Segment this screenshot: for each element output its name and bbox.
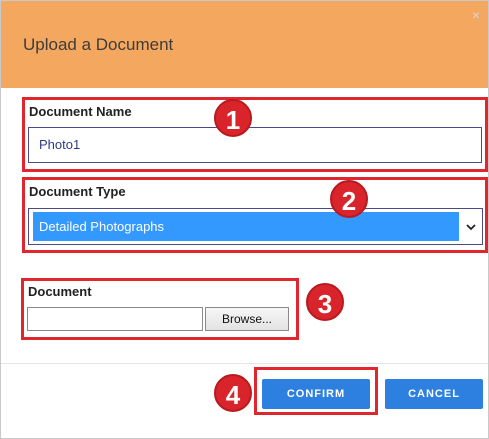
dialog-title: Upload a Document: [23, 35, 174, 54]
step-badge-4: 4: [214, 374, 252, 412]
highlight-box-2: [22, 177, 488, 253]
step-badge-2: 2: [330, 180, 368, 218]
step-badge-1: 1: [214, 99, 252, 137]
highlight-box-4: [254, 367, 378, 415]
highlight-box-1: [22, 97, 488, 172]
dialog-title-bar: Upload a Document ×: [1, 1, 488, 88]
step-badge-3: 3: [306, 283, 344, 321]
cancel-button[interactable]: CANCEL: [385, 379, 483, 409]
highlight-box-3: [21, 278, 299, 340]
close-icon[interactable]: ×: [472, 7, 480, 23]
footer-divider: [1, 363, 488, 364]
